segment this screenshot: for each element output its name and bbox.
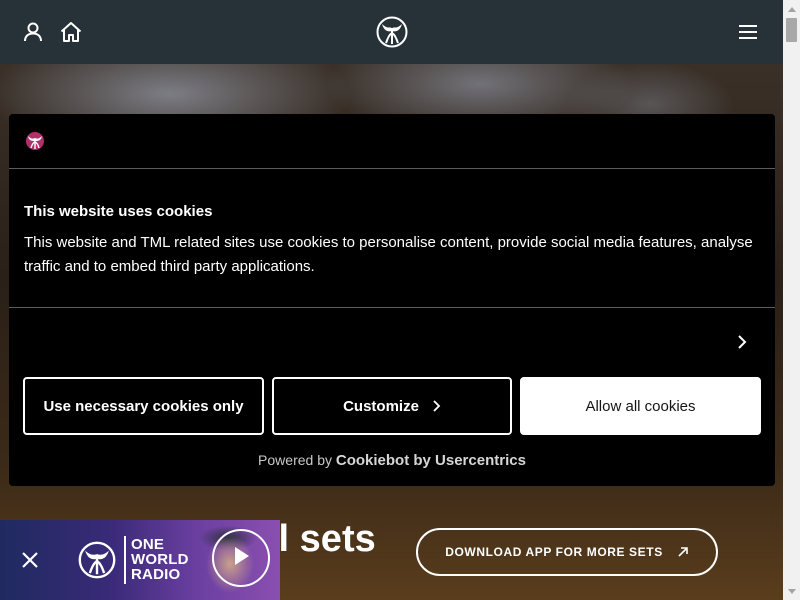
scroll-up-icon[interactable] — [783, 0, 800, 17]
radio-name-line: WORLD — [131, 551, 189, 568]
download-app-label: DOWNLOAD APP FOR MORE SETS — [445, 545, 663, 559]
play-button[interactable] — [212, 529, 270, 587]
hamburger-menu-icon[interactable] — [736, 20, 760, 44]
powered-by-footer: Powered by Cookiebot by Usercentrics — [9, 452, 775, 469]
tomorrowland-logo-icon — [78, 538, 116, 582]
scroll-thumb[interactable] — [786, 18, 797, 42]
cookie-consent-dialog: This website uses cookies This website a… — [9, 114, 775, 486]
cookiebot-brand-link[interactable]: Cookiebot by Usercentrics — [336, 452, 526, 469]
radio-divider — [124, 536, 126, 584]
tomorrowland-logo-icon — [25, 130, 45, 152]
radio-station-name: ONE WORLD RADIO — [131, 537, 189, 582]
tomorrowland-logo-icon[interactable] — [376, 15, 408, 49]
user-icon[interactable] — [21, 20, 45, 44]
top-navigation-bar — [0, 0, 783, 64]
use-necessary-cookies-button[interactable]: Use necessary cookies only — [23, 377, 264, 435]
home-icon[interactable] — [59, 20, 83, 44]
cookie-separator — [9, 307, 775, 308]
chevron-right-icon — [431, 400, 441, 412]
scroll-down-icon[interactable] — [783, 583, 800, 600]
cookie-description: This website and TML related sites use c… — [24, 234, 753, 275]
cookie-separator — [9, 168, 775, 169]
allow-all-cookies-button[interactable]: Allow all cookies — [520, 377, 761, 435]
customize-button-label: Customize — [343, 397, 419, 415]
download-app-button[interactable]: DOWNLOAD APP FOR MORE SETS — [416, 528, 718, 576]
powered-by-prefix: Powered by — [258, 452, 332, 468]
arrow-up-right-icon — [677, 546, 689, 558]
allow-button-label: Allow all cookies — [585, 397, 696, 415]
hero-title: ll sets — [268, 518, 376, 560]
radio-name-line: RADIO — [131, 566, 181, 583]
cookie-title: This website uses cookies — [24, 203, 213, 220]
play-icon — [232, 546, 250, 571]
close-icon[interactable] — [20, 550, 40, 570]
necessary-button-label: Use necessary cookies only — [43, 397, 244, 415]
radio-name-line: ONE — [131, 536, 165, 553]
chevron-right-icon[interactable] — [734, 334, 750, 350]
customize-button[interactable]: Customize — [272, 377, 512, 435]
vertical-scrollbar[interactable] — [783, 0, 800, 600]
